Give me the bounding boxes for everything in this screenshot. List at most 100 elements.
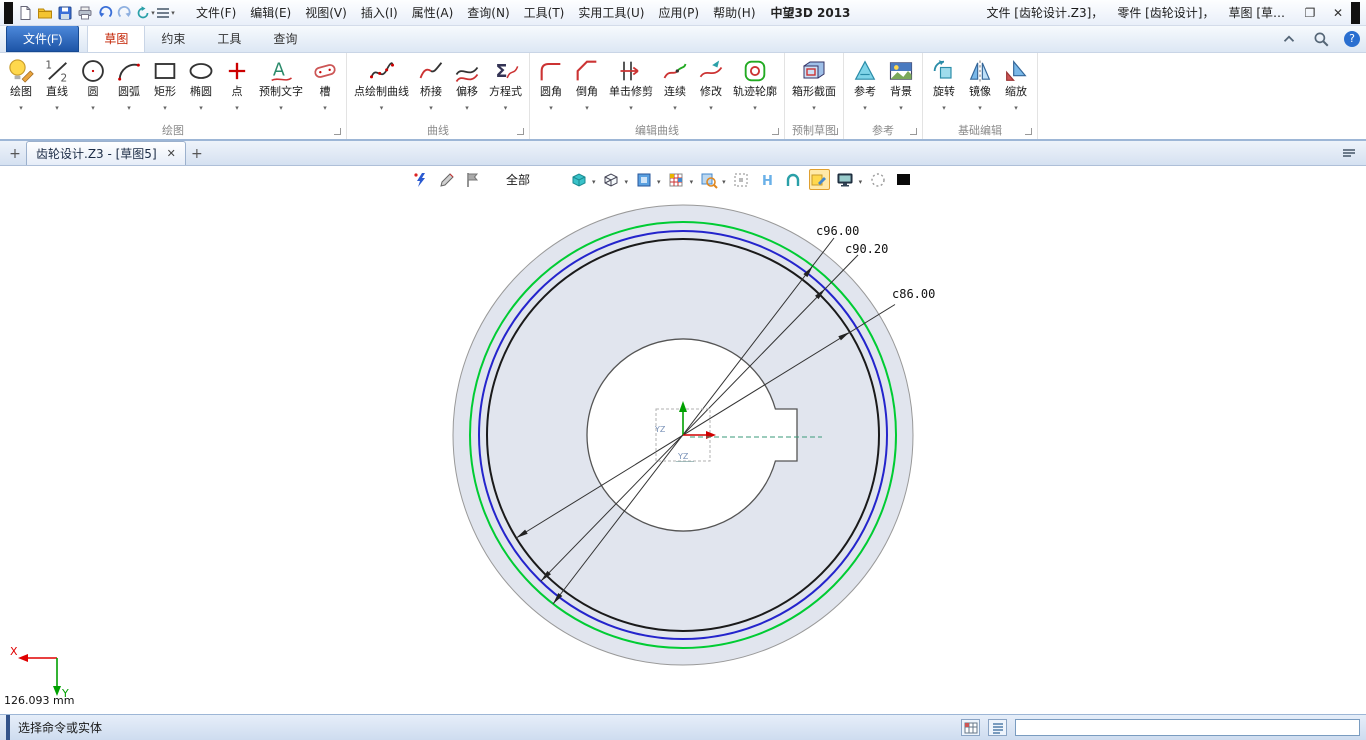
ready-text-button[interactable]: A预制文字 xyxy=(255,55,307,115)
chamfer-button[interactable]: 倒角 xyxy=(569,55,605,115)
bridge-button[interactable]: 桥接 xyxy=(413,55,449,115)
close-tab-icon[interactable]: ✕ xyxy=(167,147,176,160)
tab-tools[interactable]: 工具 xyxy=(201,25,257,52)
redo-icon[interactable] xyxy=(115,3,135,23)
slot-button[interactable]: 槽 xyxy=(307,55,343,115)
tab-constraint[interactable]: 约束 xyxy=(145,25,201,52)
menu-help[interactable]: 帮助(H) xyxy=(706,1,762,25)
modify-button[interactable]: 修改 xyxy=(693,55,729,115)
tab-sketch[interactable]: 草图 xyxy=(87,24,145,52)
command-input[interactable] xyxy=(1015,719,1360,736)
entity-filter-icon[interactable] xyxy=(410,169,431,190)
dropdown-arrow[interactable] xyxy=(91,99,95,113)
dropdown-arrow[interactable] xyxy=(19,99,23,113)
dialog-launcher-icon[interactable] xyxy=(1025,128,1032,135)
dropdown-arrow[interactable] xyxy=(942,99,946,113)
dropdown-arrow[interactable] xyxy=(1014,99,1018,113)
offset-button[interactable]: 偏移 xyxy=(449,55,485,115)
dimension-label[interactable]: c86.00 xyxy=(892,287,935,301)
fillet-button[interactable]: 圆角 xyxy=(533,55,569,115)
black-square-icon[interactable] xyxy=(893,169,914,190)
dropdown-arrow[interactable] xyxy=(659,173,661,187)
background-button[interactable]: 背景 xyxy=(883,55,919,115)
menu-utilities[interactable]: 实用工具(U) xyxy=(571,1,651,25)
close-window-button[interactable]: ✕ xyxy=(1329,6,1347,20)
menu-tools[interactable]: 工具(T) xyxy=(517,1,572,25)
h-display-icon[interactable]: H xyxy=(757,169,778,190)
save-icon[interactable] xyxy=(55,3,75,23)
open-file-icon[interactable] xyxy=(35,3,55,23)
box-section-button[interactable]: 箱形截面 xyxy=(788,55,840,115)
point-button[interactable]: 点 xyxy=(219,55,255,115)
dimension-label[interactable]: c96.00 xyxy=(816,224,859,238)
dimension-label[interactable]: c90.20 xyxy=(845,242,888,256)
menu-attributes[interactable]: 属性(A) xyxy=(405,1,461,25)
zoom-region-icon[interactable] xyxy=(698,169,719,190)
dropdown-arrow[interactable] xyxy=(585,99,589,113)
dropdown-arrow[interactable] xyxy=(692,173,694,187)
dropdown-arrow[interactable] xyxy=(323,99,327,113)
add-tab-button[interactable]: + xyxy=(4,143,26,165)
highlight-note-icon[interactable] xyxy=(809,169,830,190)
dropdown-arrow[interactable] xyxy=(504,99,508,113)
help-icon[interactable] xyxy=(1344,31,1360,47)
pattern-grid-icon[interactable] xyxy=(666,169,687,190)
monitor-icon[interactable] xyxy=(835,169,856,190)
one-click-trim-button[interactable]: 单击修剪 xyxy=(605,55,657,115)
dialog-launcher-icon[interactable] xyxy=(334,128,341,135)
equation-button[interactable]: Σ方程式 xyxy=(485,55,526,115)
rotate-button[interactable]: 旋转 xyxy=(926,55,962,115)
search-icon[interactable] xyxy=(1312,30,1330,48)
flag-icon[interactable] xyxy=(462,169,483,190)
dropdown-arrow[interactable] xyxy=(629,99,633,113)
dotted-circle-icon[interactable] xyxy=(867,169,888,190)
customize-icon[interactable] xyxy=(155,3,175,23)
dropdown-arrow[interactable] xyxy=(279,99,283,113)
dropdown-arrow[interactable] xyxy=(863,99,867,113)
ellipse-button[interactable]: 椭圆 xyxy=(183,55,219,115)
print-icon[interactable] xyxy=(75,3,95,23)
curve-by-points-button[interactable]: 点绘制曲线 xyxy=(350,55,413,115)
menu-inquire[interactable]: 查询(N) xyxy=(460,1,516,25)
dropdown-arrow[interactable] xyxy=(812,99,816,113)
wireframe-view-icon[interactable] xyxy=(601,169,622,190)
dialog-launcher-icon[interactable] xyxy=(910,128,917,135)
list-toggle-icon[interactable] xyxy=(988,719,1007,736)
menu-file[interactable]: 文件(F) xyxy=(189,1,243,25)
file-menu-button[interactable]: 文件(F) xyxy=(6,25,79,52)
dropdown-arrow[interactable] xyxy=(549,99,553,113)
tab-inquire[interactable]: 查询 xyxy=(257,25,313,52)
dropdown-arrow[interactable] xyxy=(55,99,59,113)
dropdown-arrow[interactable] xyxy=(899,99,903,113)
menu-view[interactable]: 视图(V) xyxy=(298,1,354,25)
shaded-view-icon[interactable] xyxy=(568,169,589,190)
rectangle-button[interactable]: 矩形 xyxy=(147,55,183,115)
dropdown-arrow[interactable] xyxy=(380,99,384,113)
dropdown-arrow[interactable] xyxy=(594,173,596,187)
dropdown-arrow[interactable] xyxy=(429,99,433,113)
grid-toggle-icon[interactable] xyxy=(961,719,980,736)
tab-list-icon[interactable] xyxy=(1336,147,1362,165)
collapse-ribbon-icon[interactable] xyxy=(1280,30,1298,48)
edit-pencil-icon[interactable] xyxy=(436,169,457,190)
connect-button[interactable]: 连续 xyxy=(657,55,693,115)
add-tab-button[interactable]: + xyxy=(186,143,208,165)
arc-button[interactable]: 圆弧 xyxy=(111,55,147,115)
menu-edit[interactable]: 编辑(E) xyxy=(243,1,298,25)
dropdown-arrow[interactable] xyxy=(199,99,203,113)
dropdown-arrow[interactable] xyxy=(753,99,757,113)
mirror-button[interactable]: 镜像 xyxy=(962,55,998,115)
dropdown-arrow[interactable] xyxy=(724,173,726,187)
dialog-launcher-icon[interactable] xyxy=(517,128,524,135)
dialog-launcher-icon[interactable] xyxy=(831,128,838,135)
target-box-icon[interactable] xyxy=(731,169,752,190)
new-file-icon[interactable] xyxy=(15,3,35,23)
regen-icon[interactable] xyxy=(135,3,155,23)
document-tab-active[interactable]: 齿轮设计.Z3 - [草图5] ✕ xyxy=(26,141,186,165)
dropdown-arrow[interactable] xyxy=(673,99,677,113)
dropdown-arrow[interactable] xyxy=(235,99,239,113)
track-profile-button[interactable]: 轨迹轮廓 xyxy=(729,55,781,115)
dropdown-arrow[interactable] xyxy=(978,99,982,113)
restore-window-button[interactable]: ❐ xyxy=(1301,6,1319,20)
menu-insert[interactable]: 插入(I) xyxy=(354,1,405,25)
